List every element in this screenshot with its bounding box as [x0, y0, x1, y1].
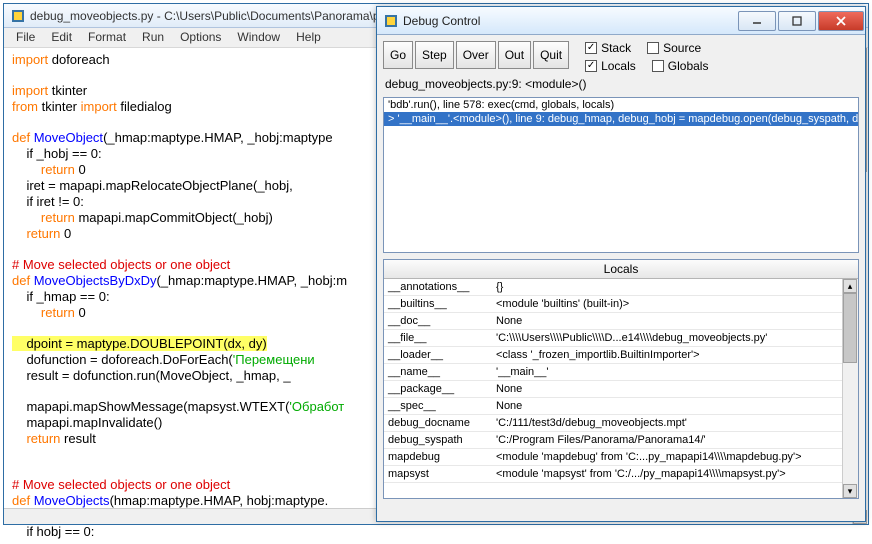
locals-value: <class '_frozen_importlib.BuiltinImporte…: [496, 349, 838, 361]
locals-value: {}: [496, 281, 838, 293]
locals-header: Locals: [384, 260, 858, 279]
over-button[interactable]: Over: [456, 41, 496, 69]
locals-row[interactable]: __file__'C:\\\\Users\\\\Public\\\\D...e1…: [384, 330, 842, 347]
locals-row[interactable]: __annotations__{}: [384, 279, 842, 296]
menu-options[interactable]: Options: [172, 28, 229, 47]
stack-row[interactable]: 'bdb'.run(), line 578: exec(cmd, globals…: [384, 98, 858, 112]
go-button[interactable]: Go: [383, 41, 413, 69]
debug-title: Debug Control: [403, 14, 737, 28]
menu-file[interactable]: File: [8, 28, 43, 47]
step-button[interactable]: Step: [415, 41, 454, 69]
locals-key: debug_docname: [388, 417, 496, 429]
locals-key: __annotations__: [388, 281, 496, 293]
checkbox-icon: [585, 42, 597, 54]
locals-value: '__main__': [496, 366, 838, 378]
locals-row[interactable]: debug_docname'C:/111/test3d/debug_moveob…: [384, 415, 842, 432]
locals-value: None: [496, 315, 838, 327]
scroll-thumb[interactable]: [843, 293, 857, 363]
locals-value: 'C:/Program Files/Panorama/Panorama14/': [496, 434, 838, 446]
locals-key: mapsyst: [388, 468, 496, 480]
source-checkbox[interactable]: Source: [647, 41, 701, 55]
locals-row[interactable]: __name__'__main__': [384, 364, 842, 381]
locals-value: 'C:\\\\Users\\\\Public\\\\D...e14\\\\deb…: [496, 332, 838, 344]
debug-checks: Stack Source Locals Globals: [585, 41, 708, 73]
locals-value: <module 'builtins' (built-in)>: [496, 298, 838, 310]
stack-row[interactable]: > '__main__'.<module>(), line 9: debug_h…: [384, 112, 858, 126]
locals-key: __name__: [388, 366, 496, 378]
scroll-up-button[interactable]: ▴: [843, 279, 857, 293]
locals-row[interactable]: mapsyst<module 'mapsyst' from 'C:/.../py…: [384, 466, 842, 483]
window-buttons: [737, 11, 865, 31]
stack-checkbox[interactable]: Stack: [585, 41, 631, 55]
locals-key: __builtins__: [388, 298, 496, 310]
locals-key: __package__: [388, 383, 496, 395]
locals-row[interactable]: mapdebug<module 'mapdebug' from 'C:...py…: [384, 449, 842, 466]
locals-key: __spec__: [388, 400, 496, 412]
checkbox-icon: [647, 42, 659, 54]
menu-run[interactable]: Run: [134, 28, 172, 47]
maximize-button[interactable]: [778, 11, 816, 31]
locals-key: __loader__: [388, 349, 496, 361]
stack-pane[interactable]: 'bdb'.run(), line 578: exec(cmd, globals…: [383, 97, 859, 253]
locals-key: __doc__: [388, 315, 496, 327]
debug-toolbar: Go Step Over Out Quit Stack Source Local…: [377, 35, 865, 77]
menu-help[interactable]: Help: [288, 28, 329, 47]
locals-body[interactable]: __annotations__{}__builtins__<module 'bu…: [384, 279, 858, 498]
locals-value: None: [496, 383, 838, 395]
locals-row[interactable]: __builtins__<module 'builtins' (built-in…: [384, 296, 842, 313]
menu-edit[interactable]: Edit: [43, 28, 80, 47]
locals-value: None: [496, 400, 838, 412]
python-file-icon: [383, 13, 399, 29]
locals-value: <module 'mapsyst' from 'C:/.../py_mapapi…: [496, 468, 838, 480]
quit-button[interactable]: Quit: [533, 41, 569, 69]
locals-row[interactable]: debug_syspath'C:/Program Files/Panorama/…: [384, 432, 842, 449]
locals-key: debug_syspath: [388, 434, 496, 446]
debug-titlebar[interactable]: Debug Control: [377, 7, 865, 35]
out-button[interactable]: Out: [498, 41, 531, 69]
python-file-icon: [10, 8, 26, 24]
locals-vscrollbar[interactable]: ▴ ▾: [842, 279, 858, 498]
close-button[interactable]: [818, 11, 864, 31]
locals-row[interactable]: __doc__None: [384, 313, 842, 330]
menu-format[interactable]: Format: [80, 28, 134, 47]
locals-checkbox[interactable]: Locals: [585, 59, 636, 73]
minimize-button[interactable]: [738, 11, 776, 31]
locals-row[interactable]: __spec__None: [384, 398, 842, 415]
scroll-down-button[interactable]: ▾: [843, 484, 857, 498]
locals-key: mapdebug: [388, 451, 496, 463]
locals-value: 'C:/111/test3d/debug_moveobjects.mpt': [496, 417, 838, 429]
locals-row[interactable]: __loader__<class '_frozen_importlib.Buil…: [384, 347, 842, 364]
globals-checkbox[interactable]: Globals: [652, 59, 709, 73]
locals-row[interactable]: __package__None: [384, 381, 842, 398]
debug-window: Debug Control Go Step Over Out Quit Stac…: [376, 6, 866, 522]
locals-value: <module 'mapdebug' from 'C:...py_mapapi1…: [496, 451, 838, 463]
debug-status: debug_moveobjects.py:9: <module>(): [377, 77, 865, 97]
locals-key: __file__: [388, 332, 496, 344]
checkbox-icon: [585, 60, 597, 72]
checkbox-icon: [652, 60, 664, 72]
menu-window[interactable]: Window: [229, 28, 288, 47]
locals-pane: Locals __annotations__{}__builtins__<mod…: [383, 259, 859, 499]
